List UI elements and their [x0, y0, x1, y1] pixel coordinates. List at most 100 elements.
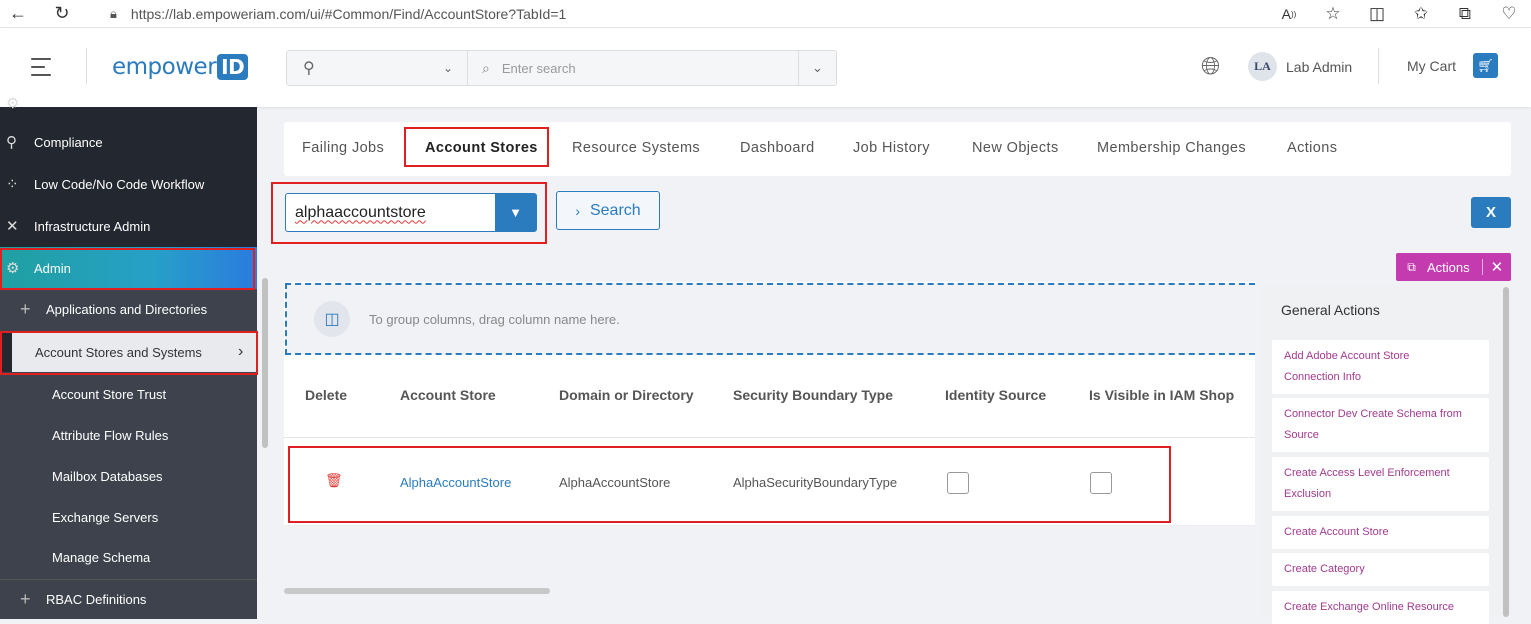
column-header-account-store[interactable]: Account Store [400, 387, 496, 403]
sidebar-scrollbar[interactable] [262, 278, 268, 448]
sidebar-leaf-attribute-flow-rules[interactable]: Attribute Flow Rules [52, 428, 168, 443]
tab-dashboard[interactable]: Dashboard [740, 140, 815, 156]
sidebar-item-rbac-definitions[interactable]: + RBAC Definitions [0, 579, 257, 619]
read-aloud-icon[interactable]: A)) [1267, 0, 1311, 28]
sidebar-leaf-mailbox-databases[interactable]: Mailbox Databases [52, 469, 163, 484]
cart-icon[interactable]: 🛒︎ [1473, 53, 1498, 78]
action-line: Create Exchange Online Resource [1284, 601, 1454, 613]
sidebar-item-label: Admin [34, 260, 71, 276]
search-button[interactable]: › Search [556, 191, 660, 230]
domain-cell: AlphaAccountStore [559, 475, 671, 490]
refresh-icon[interactable]: ↻ [44, 0, 80, 28]
search-type-dropdown[interactable]: ⚲ ⌄ [287, 51, 468, 85]
search-button-label: Search [589, 201, 641, 219]
actions-tab-label: Actions [1427, 259, 1470, 275]
export-excel-icon[interactable]: X [1471, 197, 1511, 228]
column-header-visible-iam-shop[interactable]: Is Visible in IAM Shop [1089, 387, 1234, 403]
favorites-icon[interactable]: ✩ [1399, 0, 1443, 28]
grid-header: Delete Account Store Domain or Directory… [284, 356, 1255, 438]
combobox-value: alphaaccountstore [295, 203, 426, 221]
user-name[interactable]: Lab Admin [1286, 59, 1352, 75]
action-line: Create Account Store [1284, 526, 1389, 538]
avatar[interactable]: LA [1248, 52, 1277, 81]
chevron-right-icon: › [238, 343, 244, 360]
combobox-input[interactable]: alphaaccountstore [286, 194, 495, 231]
split-screen-icon[interactable]: ◫ [1355, 0, 1399, 28]
sidebar-leaf-manage-schema[interactable]: Manage Schema [52, 550, 150, 565]
tab-resource-systems[interactable]: Resource Systems [572, 140, 700, 156]
panel-title: General Actions [1281, 302, 1380, 318]
sidebar-leaf-account-store-trust[interactable]: Account Store Trust [52, 387, 166, 402]
action-line: Create Category [1284, 563, 1365, 575]
actions-panel: General Actions Add Adobe Account Store … [1260, 283, 1511, 624]
search-options-button[interactable]: ⌄ [798, 51, 836, 85]
active-indicator [0, 332, 12, 372]
sidebar-item-infrastructure-admin[interactable]: ✕ Infrastructure Admin [0, 205, 257, 247]
tab-membership-changes[interactable]: Membership Changes [1097, 140, 1246, 156]
action-line: Connection Info [1284, 371, 1362, 383]
tab-actions[interactable]: Actions [1287, 140, 1337, 156]
account-store-link[interactable]: AlphaAccountStore [400, 475, 511, 490]
group-drop-zone[interactable]: ◫ To group columns, drag column name her… [285, 283, 1255, 355]
column-header-boundary-type[interactable]: Security Boundary Type [733, 387, 893, 403]
sidebar-item-applications-directories[interactable]: + Applications and Directories [0, 289, 257, 329]
sidebar-item-admin[interactable]: ⚙ Admin [0, 247, 257, 289]
address-bar[interactable]: 🔒︎ https://lab.empoweriam.com/ui/#Common… [94, 0, 1320, 27]
action-connector-dev-schema[interactable]: Connector Dev Create Schema from Source [1272, 398, 1489, 452]
lock-icon: 🔒︎ [110, 5, 117, 21]
menu-toggle-icon[interactable] [31, 58, 55, 82]
sidebar-item-account-stores-systems[interactable]: Account Stores and Systems › [0, 332, 257, 372]
language-globe-icon[interactable]: 🌐︎ [1201, 53, 1220, 81]
action-line: Exclusion [1284, 488, 1332, 500]
action-create-category[interactable]: Create Category [1272, 553, 1489, 586]
search-placeholder: Enter search [501, 60, 576, 76]
favorite-star-icon[interactable]: ☆ [1311, 0, 1355, 28]
column-header-delete[interactable]: Delete [305, 387, 347, 403]
account-store-combobox[interactable]: alphaaccountstore ▼ [285, 193, 537, 232]
sidebar-leaf-exchange-servers[interactable]: Exchange Servers [52, 510, 158, 525]
empowerid-logo[interactable]: empower ID [112, 54, 249, 80]
action-create-access-level-exclusion[interactable]: Create Access Level Enforcement Exclusio… [1272, 457, 1489, 511]
search-input[interactable]: ⌕ Enter search [468, 51, 798, 85]
expand-plus-icon: + [20, 298, 31, 319]
workflow-icon: ⁘ [6, 176, 19, 193]
admin-submenu: + Applications and Directories Account S… [0, 289, 257, 579]
back-icon[interactable]: ← [0, 0, 36, 28]
trash-icon[interactable]: 🗑︎ [325, 472, 343, 489]
action-line: Source [1284, 429, 1319, 441]
person-icon: ⚲ [303, 60, 315, 77]
tab-account-stores[interactable]: Account Stores [425, 140, 538, 156]
table-row: 🗑︎ AlphaAccountStore AlphaAccountStore A… [284, 438, 1255, 526]
grid-horizontal-scrollbar[interactable] [284, 588, 550, 594]
tab-job-history[interactable]: Job History [853, 140, 930, 156]
actions-panel-tab[interactable]: ⧉ Actions ✕ [1396, 253, 1511, 281]
browser-health-icon[interactable]: ♡ [1487, 0, 1531, 28]
sidebar-item-workflow[interactable]: ⁘ Low Code/No Code Workflow [0, 163, 257, 205]
close-icon[interactable]: ✕ [1491, 258, 1504, 276]
sidebar-item-partial[interactable]: ⚙ [0, 93, 257, 113]
action-line: Add Adobe Account Store [1284, 350, 1410, 362]
sidebar-item-compliance[interactable]: ⚲ Compliance [0, 121, 257, 163]
column-header-domain[interactable]: Domain or Directory [559, 387, 694, 403]
action-create-exchange-online[interactable]: Create Exchange Online Resource [1272, 591, 1489, 624]
sidebar-item-label: Compliance [34, 134, 103, 150]
tab-new-objects[interactable]: New Objects [972, 140, 1059, 156]
settings-icon: ⚙ [6, 95, 20, 112]
cart-label[interactable]: My Cart [1407, 58, 1456, 74]
expand-plus-icon: + [20, 589, 31, 609]
action-create-account-store[interactable]: Create Account Store [1272, 516, 1489, 549]
identity-source-checkbox[interactable] [947, 472, 969, 494]
column-header-identity-source[interactable]: Identity Source [945, 387, 1046, 403]
tools-icon: ✕ [6, 218, 19, 235]
combobox-dropdown-button[interactable]: ▼ [495, 194, 536, 231]
sidebar: ⚙ ⚲ Compliance ⁘ Low Code/No Code Workfl… [0, 95, 257, 619]
tab-failing-jobs[interactable]: Failing Jobs [302, 140, 384, 156]
visible-iam-shop-checkbox[interactable] [1090, 472, 1112, 494]
collections-icon[interactable]: ⧉ [1443, 0, 1487, 28]
header-divider [86, 48, 87, 84]
header-divider-right [1378, 48, 1379, 84]
actions-panel-scrollbar[interactable] [1503, 287, 1509, 617]
action-add-adobe-connection[interactable]: Add Adobe Account Store Connection Info [1272, 340, 1489, 394]
compliance-icon: ⚲ [6, 134, 17, 151]
url-text: https://lab.empoweriam.com/ui/#Common/Fi… [130, 5, 567, 22]
